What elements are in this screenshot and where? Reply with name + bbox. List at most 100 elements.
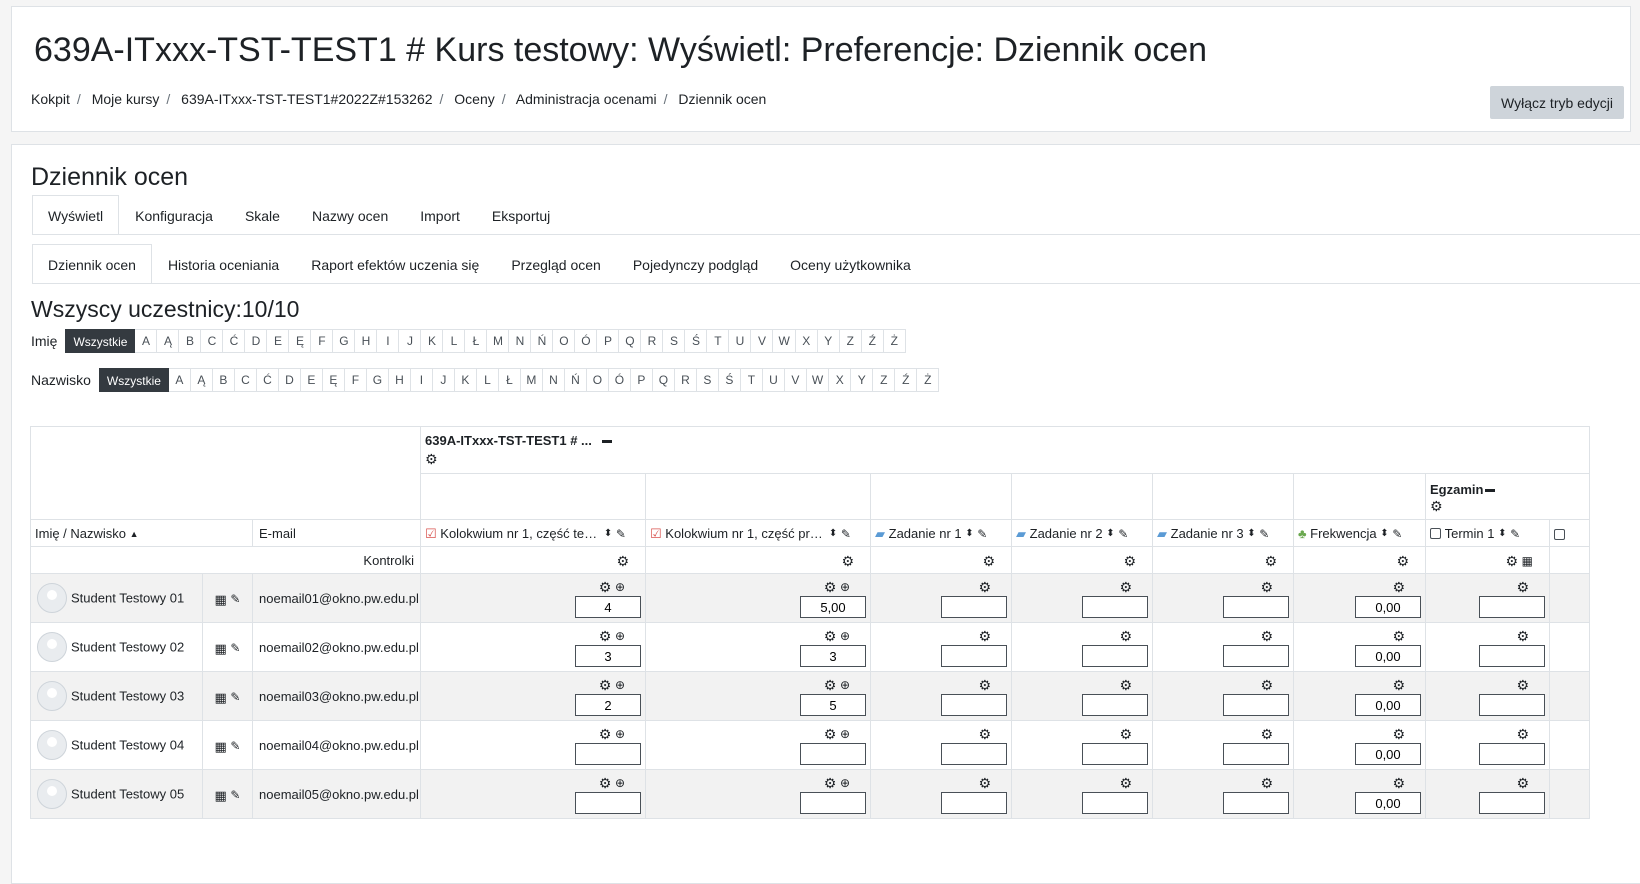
email-column-header[interactable]: E-mail <box>252 519 421 547</box>
last-name-letter[interactable]: U <box>762 368 785 392</box>
grade-input[interactable] <box>1082 694 1148 716</box>
last-name-letter[interactable]: R <box>674 368 697 392</box>
breadcrumb-moje-kursy[interactable]: Moje kursy <box>92 91 160 107</box>
first-name-letter[interactable]: B <box>179 329 202 353</box>
last-name-letter[interactable]: T <box>740 368 763 392</box>
first-name-letter[interactable]: S <box>663 329 686 353</box>
last-name-letter[interactable]: L <box>476 368 499 392</box>
tab-skale[interactable]: Skale <box>229 195 296 235</box>
last-name-letter[interactable]: Ż <box>917 368 940 392</box>
last-name-letter[interactable]: X <box>829 368 852 392</box>
zoom-icon[interactable]: ⊕ <box>840 630 850 642</box>
last-name-letter[interactable]: P <box>630 368 653 392</box>
gear-icon[interactable]: ⚙ <box>982 554 995 568</box>
grade-input[interactable] <box>800 645 866 667</box>
zoom-icon[interactable]: ⊕ <box>840 679 850 691</box>
last-name-letter[interactable]: B <box>212 368 235 392</box>
grade-item-name[interactable]: Zadanie nr 3 <box>1171 526 1244 541</box>
grade-input[interactable] <box>941 645 1007 667</box>
user-report-icon[interactable]: ▦ <box>215 691 227 704</box>
gear-icon[interactable]: ⚙ <box>1505 554 1518 568</box>
sort-icon[interactable]: ⬍ <box>1380 528 1388 539</box>
first-name-letter[interactable]: U <box>729 329 752 353</box>
grade-input[interactable] <box>941 743 1007 765</box>
gear-icon[interactable]: ⚙ <box>824 678 837 692</box>
gear-icon[interactable]: ⚙ <box>824 727 837 741</box>
first-name-letter[interactable]: Y <box>817 329 840 353</box>
gear-icon[interactable]: ⚙ <box>978 629 991 643</box>
last-name-letter[interactable]: E <box>300 368 323 392</box>
grade-item-name[interactable]: Termin 1 <box>1445 526 1495 541</box>
gear-icon[interactable]: ⚙ <box>1392 727 1405 741</box>
subtab-oceny-uzytkownika[interactable]: Oceny użytkownika <box>774 244 927 284</box>
first-name-letter[interactable]: Ń <box>531 329 554 353</box>
last-name-letter[interactable]: Q <box>652 368 675 392</box>
pencil-icon[interactable]: ✎ <box>1118 528 1128 540</box>
last-name-letter[interactable]: S <box>696 368 719 392</box>
avatar[interactable] <box>37 632 67 662</box>
first-name-letter[interactable]: T <box>707 329 730 353</box>
first-name-letter[interactable]: Ó <box>575 329 598 353</box>
grade-item-name[interactable]: Zadanie nr 2 <box>1030 526 1103 541</box>
sort-asc-icon[interactable]: ▲ <box>130 529 139 539</box>
tab-import[interactable]: Import <box>404 195 476 235</box>
first-name-letter[interactable]: V <box>751 329 774 353</box>
user-report-icon[interactable]: ▦ <box>215 740 227 753</box>
first-name-letter[interactable]: G <box>333 329 356 353</box>
gear-icon[interactable]: ⚙ <box>599 678 612 692</box>
subtab-dziennik-ocen[interactable]: Dziennik ocen <box>32 244 152 284</box>
first-name-letter[interactable]: W <box>773 329 796 353</box>
last-name-letter[interactable]: I <box>410 368 433 392</box>
last-name-letter[interactable]: D <box>278 368 301 392</box>
grade-input[interactable] <box>800 694 866 716</box>
breadcrumb-course[interactable]: 639A-ITxxx-TST-TEST1#2022Z#153262 <box>181 91 432 107</box>
first-name-letter[interactable]: E <box>267 329 290 353</box>
first-name-all-button[interactable]: Wszystkie <box>65 329 136 353</box>
first-name-letter[interactable]: Ż <box>883 329 906 353</box>
last-name-letter[interactable]: Ę <box>322 368 345 392</box>
last-name-letter[interactable]: A <box>168 368 191 392</box>
pencil-icon[interactable]: ✎ <box>230 740 240 752</box>
first-name-letter[interactable]: C <box>201 329 224 353</box>
grade-item-name[interactable]: Kolokwium nr 1, część pra... <box>665 526 825 541</box>
breadcrumb-administracja[interactable]: Administracja ocenami <box>516 91 657 107</box>
sort-icon[interactable]: ⬍ <box>1498 528 1506 539</box>
user-report-icon[interactable]: ▦ <box>215 593 227 606</box>
first-name-letter[interactable]: M <box>487 329 510 353</box>
zoom-icon[interactable]: ⊕ <box>615 728 625 740</box>
gear-icon[interactable]: ⚙ <box>1516 776 1529 790</box>
last-name-letter[interactable]: Ó <box>608 368 631 392</box>
sort-icon[interactable]: ⬍ <box>604 528 612 539</box>
first-name-letter[interactable]: Z <box>839 329 862 353</box>
pencil-icon[interactable]: ✎ <box>1259 528 1269 540</box>
gear-icon[interactable]: ⚙ <box>978 776 991 790</box>
pencil-icon[interactable]: ✎ <box>977 528 987 540</box>
sort-icon[interactable]: ⬍ <box>829 528 837 539</box>
gear-icon[interactable]: ⚙ <box>1392 776 1405 790</box>
grade-input[interactable] <box>575 645 641 667</box>
first-name-letter[interactable]: Ą <box>157 329 180 353</box>
first-name-letter[interactable]: D <box>245 329 268 353</box>
last-name-letter[interactable]: M <box>520 368 543 392</box>
first-name-letter[interactable]: Ę <box>289 329 312 353</box>
grade-input[interactable] <box>1223 694 1289 716</box>
user-report-icon[interactable]: ▦ <box>215 642 227 655</box>
last-name-letter[interactable]: O <box>586 368 609 392</box>
first-name-letter[interactable]: A <box>135 329 158 353</box>
first-name-letter[interactable]: Ś <box>685 329 708 353</box>
last-name-letter[interactable]: Y <box>851 368 874 392</box>
grade-input[interactable] <box>1082 645 1148 667</box>
grade-input[interactable] <box>1355 792 1421 814</box>
grade-item-name[interactable]: Kolokwium nr 1, część test... <box>440 526 600 541</box>
first-name-letter[interactable]: O <box>553 329 576 353</box>
gear-icon[interactable]: ⚙ <box>1264 554 1277 568</box>
user-report-icon[interactable]: ▦ <box>215 789 227 802</box>
grade-input[interactable] <box>941 596 1007 618</box>
first-name-letter[interactable]: Ł <box>465 329 488 353</box>
grade-input[interactable] <box>1082 792 1148 814</box>
gear-icon[interactable]: ⚙ <box>1392 580 1405 594</box>
gear-icon[interactable]: ⚙ <box>1516 678 1529 692</box>
tab-konfiguracja[interactable]: Konfiguracja <box>119 195 229 235</box>
last-name-letter[interactable]: Ź <box>895 368 918 392</box>
last-name-letter[interactable]: H <box>388 368 411 392</box>
